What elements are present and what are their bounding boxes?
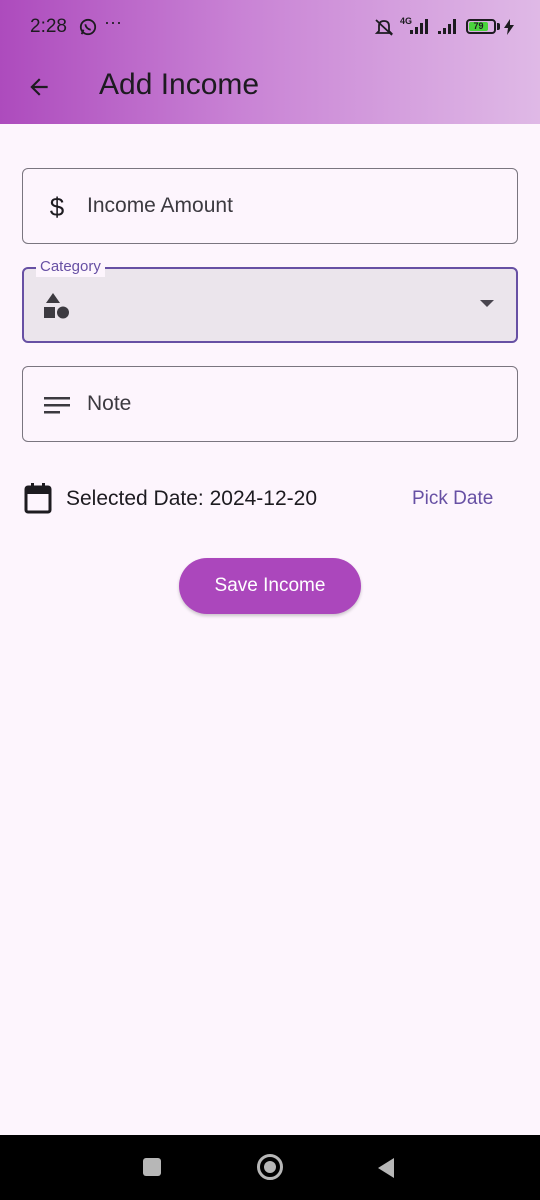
header: 2:28 ··· 4G 79 Add Income <box>0 0 540 124</box>
dollar-icon: $ <box>43 193 71 221</box>
note-input[interactable] <box>87 367 507 441</box>
more-notifications-icon: ··· <box>104 12 122 32</box>
app-bar: Add Income <box>0 54 540 124</box>
battery-icon: 79 <box>466 19 496 34</box>
charging-bolt-icon <box>504 19 514 35</box>
category-shapes-icon <box>44 293 69 319</box>
whatsapp-icon <box>79 18 97 36</box>
system-back-icon[interactable] <box>376 1157 396 1179</box>
signal-icon <box>410 19 428 34</box>
category-dropdown[interactable]: Category <box>22 257 518 343</box>
notes-icon <box>43 391 71 419</box>
save-income-button[interactable]: Save Income <box>179 558 361 614</box>
bell-off-icon <box>374 19 394 36</box>
arrow-back-icon <box>30 78 48 96</box>
income-amount-field[interactable]: $ <box>22 168 518 244</box>
system-nav-bar <box>0 1135 540 1200</box>
note-field[interactable] <box>22 366 518 442</box>
dropdown-arrow-icon <box>480 300 494 307</box>
selected-date-text: Selected Date: 2024-12-20 <box>66 487 318 510</box>
signal-icon-2 <box>438 19 456 34</box>
status-bar: 2:28 ··· 4G 79 <box>0 0 540 54</box>
dollar-symbol: $ <box>49 192 65 222</box>
category-label: Category <box>36 257 105 277</box>
back-button[interactable] <box>20 68 58 106</box>
income-amount-input[interactable] <box>87 169 507 243</box>
add-income-screen: 2:28 ··· 4G 79 Add Income $ Income Amoun… <box>0 0 540 1200</box>
battery-cap <box>497 23 500 30</box>
calendar-icon <box>24 483 52 514</box>
battery-level: 79 <box>469 22 488 31</box>
recents-button[interactable] <box>143 1158 161 1176</box>
status-time: 2:28 <box>30 16 67 37</box>
home-button[interactable] <box>257 1154 283 1180</box>
date-row: Selected Date: 2024-12-20 Pick Date <box>22 478 518 522</box>
pick-date-button[interactable]: Pick Date <box>406 486 499 512</box>
page-title: Add Income <box>99 68 260 101</box>
